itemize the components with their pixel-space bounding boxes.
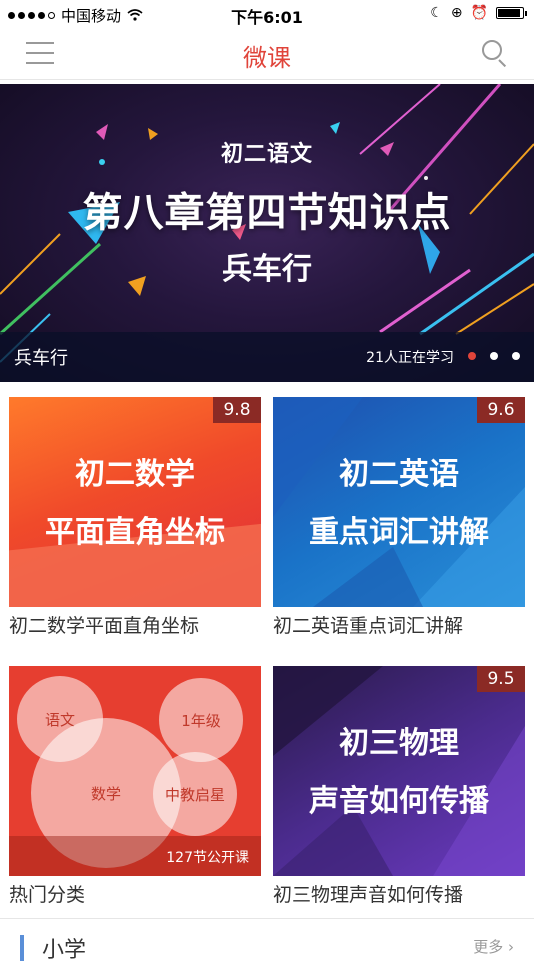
banner-carousel[interactable]: 初二语文 第八章第四节知识点 兵车行 兵车行 21人正在学习	[0, 84, 534, 382]
pager-dot-active[interactable]	[468, 352, 476, 360]
banner-topic: 兵车行	[222, 252, 312, 287]
section-title: 小学	[42, 938, 87, 963]
banner-caption-title: 兵车行	[14, 348, 68, 369]
thumbnail-topic: 声音如何传播	[309, 784, 489, 819]
thumbnail-topic: 重点词汇讲解	[309, 515, 489, 550]
category-title[interactable]: 热门分类	[9, 880, 261, 907]
category-bubble-grade1[interactable]: 1年级	[159, 678, 243, 762]
course-thumbnail[interactable]: 9.8 初二数学 平面直角坐标	[9, 397, 261, 607]
search-icon[interactable]	[480, 38, 508, 68]
status-bar: 中国移动 下午6:01 ☾ ⊕ ⏰	[0, 0, 534, 28]
thumbnail-subject: 初三物理	[339, 726, 459, 761]
pager-dot[interactable]	[490, 352, 498, 360]
status-right: ☾ ⊕ ⏰	[430, 5, 527, 21]
banner-headline: 第八章第四节知识点	[82, 190, 452, 236]
hot-categories-card[interactable]: 语文 1年级 数学 中教启星 127节公开课 热门分类	[9, 666, 261, 907]
more-link[interactable]: 更多 ›	[473, 936, 514, 957]
course-card-english[interactable]: 9.6 初二英语 重点词汇讲解 初二英语重点词汇讲解	[273, 397, 525, 638]
thumbnail-subject: 初二英语	[339, 457, 459, 492]
orientation-lock-icon: ⊕	[450, 5, 463, 21]
section-header-primary: 小学 更多 ›	[0, 918, 534, 963]
banner-caption: 兵车行 21人正在学习	[0, 332, 534, 382]
course-title[interactable]: 初二数学平面直角坐标	[9, 611, 261, 638]
course-card-physics[interactable]: 9.5 初三物理 声音如何传播 初三物理声音如何传播	[273, 666, 525, 907]
course-title[interactable]: 初三物理声音如何传播	[273, 880, 525, 907]
category-thumbnail[interactable]: 语文 1年级 数学 中教启星 127节公开课	[9, 666, 261, 876]
page-title: 微课	[243, 44, 291, 72]
course-thumbnail[interactable]: 9.5 初三物理 声音如何传播	[273, 666, 525, 876]
moon-icon: ☾	[430, 5, 443, 21]
lesson-count: 127节公开课	[166, 850, 249, 866]
learners-count: 21人正在学习	[366, 350, 454, 366]
course-card-math[interactable]: 9.8 初二数学 平面直角坐标 初二数学平面直角坐标	[9, 397, 261, 638]
banner-subtitle: 初二语文	[220, 142, 313, 167]
pager-dot[interactable]	[512, 352, 520, 360]
course-thumbnail[interactable]: 9.6 初二英语 重点词汇讲解	[273, 397, 525, 607]
score-badge: 9.6	[477, 397, 525, 423]
carousel-pager[interactable]	[468, 352, 520, 360]
thumbnail-topic: 平面直角坐标	[45, 515, 225, 550]
thumbnail-subject: 初二数学	[75, 457, 195, 492]
score-badge: 9.8	[213, 397, 261, 423]
more-label[interactable]: 更多	[473, 938, 503, 956]
category-bubble-publisher[interactable]: 中教启星	[153, 752, 237, 836]
thumbnail-decoration	[273, 397, 525, 607]
alarm-icon: ⏰	[470, 5, 488, 21]
nav-bar: 微课	[0, 28, 534, 80]
battery-icon	[496, 7, 527, 19]
score-badge: 9.5	[477, 666, 525, 692]
section-accent-bar	[20, 935, 24, 961]
course-title[interactable]: 初二英语重点词汇讲解	[273, 611, 525, 638]
thumbnail-decoration	[273, 666, 525, 876]
chevron-right-icon: ›	[503, 938, 514, 956]
